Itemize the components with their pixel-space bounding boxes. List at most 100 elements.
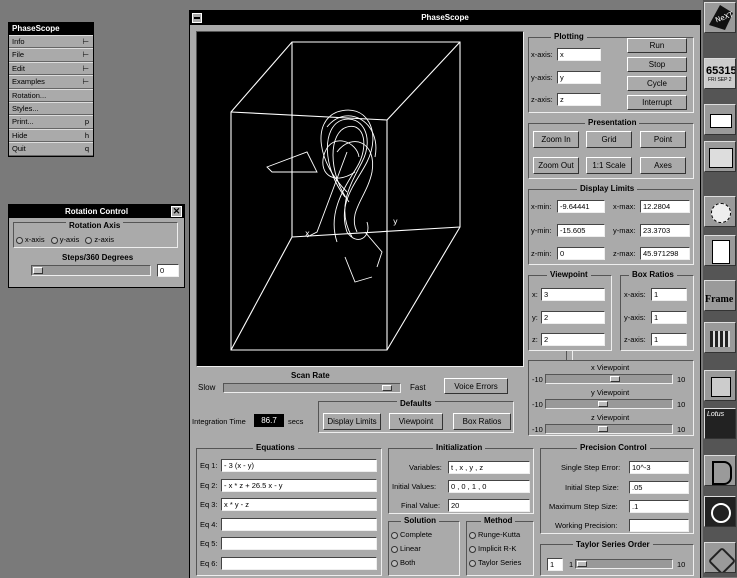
radio-z-axis[interactable]: z-axis [85, 235, 114, 244]
dock-recycle-icon[interactable] [704, 542, 736, 573]
dock-frame-tile[interactable]: Frame [704, 280, 736, 311]
axes-button[interactable]: Axes [640, 157, 686, 174]
viewpoint-y-field[interactable]: 2 [541, 311, 605, 324]
zmax-field[interactable]: 45.971298 [640, 247, 690, 260]
viewpoint-default-button[interactable]: Viewpoint [389, 413, 443, 430]
variables-field[interactable]: t , x , y , z [448, 461, 530, 474]
z-axis-field[interactable]: z [557, 93, 601, 106]
menu-item-styles[interactable]: Styles... [9, 101, 93, 116]
ymax-label: y-max: [613, 226, 636, 235]
menu-item-edit[interactable]: Edit ⊢ [9, 61, 93, 76]
single-step-error-field[interactable]: 10^-3 [629, 461, 689, 474]
y-viewpoint-knob[interactable] [598, 401, 608, 407]
voice-errors-button[interactable]: Voice Errors [444, 378, 508, 394]
point-button[interactable]: Point [640, 131, 686, 148]
grid-button[interactable]: Grid [586, 131, 632, 148]
solution-radio-both[interactable]: Both [391, 558, 415, 567]
x-viewpoint-slider[interactable] [545, 374, 673, 384]
method-radio-taylorseries[interactable]: Taylor Series [469, 558, 521, 567]
x-axis-field[interactable]: x [557, 48, 601, 61]
equations-title: Equations [253, 443, 298, 452]
interrupt-button[interactable]: Interrupt [627, 95, 687, 110]
xmin-field[interactable]: -9.64441 [557, 200, 605, 213]
cycle-button[interactable]: Cycle [627, 76, 687, 91]
close-icon[interactable]: ✕ [171, 206, 182, 217]
dock-lotus-tile[interactable]: Lotus [704, 408, 736, 439]
x-viewpoint-title: x Viewpoint [591, 363, 630, 372]
dock-spiral-icon[interactable] [704, 496, 736, 527]
initial-step-size-field[interactable]: .05 [629, 481, 689, 494]
steps-slider[interactable] [31, 265, 151, 276]
dock-clock-tile[interactable]: 65315 FRI SEP 2 [704, 58, 736, 89]
equation-field-3[interactable]: x * y - z [221, 498, 377, 511]
z-viewpoint-knob[interactable] [598, 426, 608, 432]
viewpoint-x-field[interactable]: 3 [541, 288, 605, 301]
box-ratio-x-field[interactable]: 1 [651, 288, 687, 301]
final-value-field[interactable]: 20 [448, 499, 530, 512]
method-radio-rungekutta[interactable]: Runge-Kutta [469, 530, 520, 539]
viewpoint-z-field[interactable]: 2 [541, 333, 605, 346]
working-precision-field[interactable] [629, 519, 689, 532]
z-viewpoint-slider[interactable] [545, 424, 673, 434]
next-logo-icon: NeXT [709, 5, 735, 30]
box-ratio-z-field[interactable]: 1 [651, 333, 687, 346]
xmax-field[interactable]: 12.2804 [640, 200, 690, 213]
zoom-in-button[interactable]: Zoom In [533, 131, 579, 148]
solution-radio-linear[interactable]: Linear [391, 544, 421, 553]
equation-label: Eq 4: [200, 519, 218, 529]
taylor-order-knob[interactable] [577, 561, 587, 567]
zmin-field[interactable]: 0 [557, 247, 605, 260]
initial-values-field[interactable]: 0 , 0 , 1 , 0 [448, 480, 530, 493]
menu-item-quit[interactable]: Quit q [9, 142, 93, 156]
run-button[interactable]: Run [627, 38, 687, 53]
radio-y-axis[interactable]: y-axis [50, 235, 79, 244]
box-ratio-y-field[interactable]: 1 [651, 311, 687, 324]
ymin-field[interactable]: -15.605 [557, 224, 605, 237]
menu-item-info[interactable]: Info ⊢ [9, 35, 93, 49]
zoom-out-button[interactable]: Zoom Out [533, 157, 579, 174]
scan-rate-slider[interactable] [223, 383, 401, 393]
plotting-title: Plotting [551, 32, 587, 41]
taylor-order-slider[interactable] [575, 559, 673, 569]
y-axis-field[interactable]: y [557, 71, 601, 84]
final-value-label: Final Value: [401, 501, 441, 510]
rotation-control-titlebar[interactable]: Rotation Control ✕ [9, 205, 184, 218]
equation-field-1[interactable]: - 3 (x - y) [221, 459, 377, 472]
menu-item-examples[interactable]: Examples ⊢ [9, 75, 93, 89]
menu-item-rotation[interactable]: Rotation... [9, 88, 93, 102]
taylor-min-label: 1 [569, 560, 574, 569]
solution-radio-complete[interactable]: Complete [391, 530, 432, 539]
dock-mail-icon[interactable] [704, 104, 736, 135]
dock-dl-icon[interactable] [704, 455, 736, 486]
equation-field-5[interactable] [221, 537, 377, 550]
menu-item-print[interactable]: Print... p [9, 115, 93, 129]
ymax-field[interactable]: 23.3703 [640, 224, 690, 237]
radio-x-axis[interactable]: x-axis [16, 235, 45, 244]
plot-area[interactable]: x y [196, 31, 524, 367]
dock-wm-icon[interactable] [704, 196, 736, 227]
dock-document-icon[interactable] [704, 235, 736, 266]
menu-item-file[interactable]: File ⊢ [9, 48, 93, 62]
stop-button[interactable]: Stop [627, 57, 687, 72]
equation-field-6[interactable] [221, 556, 377, 570]
method-radio-implicitrk[interactable]: Implicit R-K [469, 544, 516, 553]
equation-field-4[interactable] [221, 517, 377, 531]
dock-books-icon[interactable] [704, 322, 736, 353]
steps-value-field[interactable]: 0 [157, 264, 179, 277]
y-viewpoint-slider[interactable] [545, 399, 673, 409]
x-viewpoint-knob[interactable] [610, 376, 620, 382]
scale-button[interactable]: 1:1 Scale [586, 157, 632, 174]
display-limits-default-button[interactable]: Display Limits [323, 413, 381, 430]
dock-monitor-icon[interactable] [704, 370, 736, 401]
equation-field-2[interactable]: - x * z + 26.5 x - y [221, 478, 377, 492]
scan-rate-knob[interactable] [382, 385, 392, 391]
taylor-order-field[interactable]: 1 [547, 558, 563, 571]
window-titlebar[interactable]: PhaseScope [190, 11, 700, 25]
dock-next-icon[interactable]: NeXT [704, 2, 736, 33]
steps-slider-knob[interactable] [33, 267, 43, 274]
maximum-step-size-field[interactable]: .1 [629, 500, 689, 513]
box-ratios-default-button[interactable]: Box Ratios [453, 413, 511, 430]
window-minimize-icon[interactable] [192, 13, 202, 23]
menu-item-hide[interactable]: Hide h [9, 128, 93, 143]
dock-edit-icon[interactable] [704, 141, 736, 172]
